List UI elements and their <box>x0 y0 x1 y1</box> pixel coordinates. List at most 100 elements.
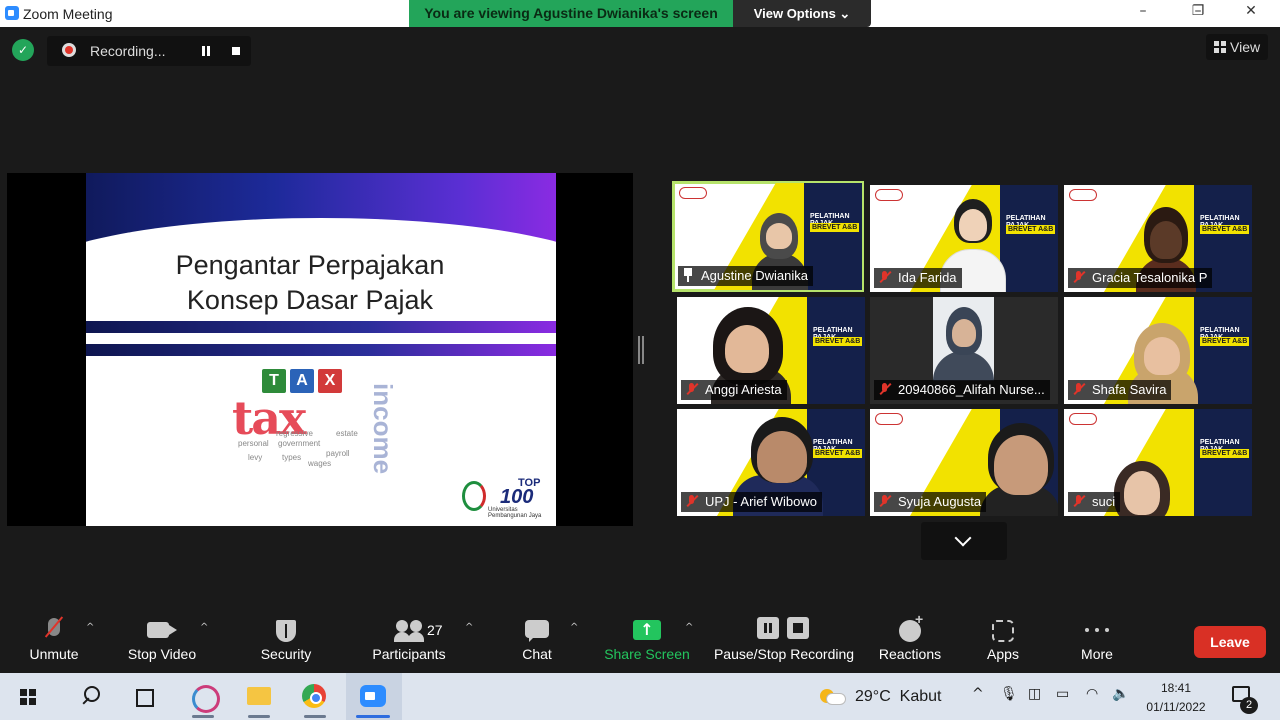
mic-muted-icon <box>878 494 892 508</box>
leave-button[interactable]: Leave <box>1194 626 1266 658</box>
participant-name: Agustine Dwianika <box>701 268 808 283</box>
search-icon[interactable] <box>66 673 112 720</box>
participants-label: Participants <box>372 646 446 662</box>
stop-video-button[interactable]: Stop Video <box>122 608 202 662</box>
share-screen-button[interactable]: Share Screen <box>602 608 692 662</box>
participant-name-bar: Shafa Savira <box>1068 380 1172 400</box>
weather-temperature[interactable]: 29°C Kabut <box>855 688 941 706</box>
encryption-shield-icon[interactable]: ✓ <box>12 39 34 61</box>
poster-navy <box>1194 409 1252 516</box>
logo-university: Universitas Pembangunan Jaya <box>488 507 542 519</box>
weather-temp-value: 29°C <box>855 688 891 705</box>
participant-name-bar: suci <box>1068 492 1121 512</box>
poster-navy <box>1194 297 1252 404</box>
audio-options-caret[interactable]: ^ <box>86 622 96 633</box>
chat-button[interactable]: Chat <box>512 608 562 662</box>
participants-options-caret[interactable]: ^ <box>465 622 475 633</box>
wifi-icon[interactable]: ◠ <box>1086 686 1098 702</box>
recording-label: Recording... <box>90 43 166 59</box>
participant-name: Ida Farida <box>898 270 957 285</box>
close-button[interactable]: ✕ <box>1228 3 1274 23</box>
pin-icon <box>682 268 694 282</box>
tax-block-a: A <box>290 369 314 393</box>
battery-icon[interactable]: ▭ <box>1056 686 1069 702</box>
pause-recording-icon[interactable] <box>196 41 216 61</box>
participant-name-bar: Syuja Augusta <box>874 492 987 512</box>
shared-screen[interactable]: Pengantar Perpajakan Konsep Dasar Pajak … <box>7 173 633 526</box>
microphone-tray-icon[interactable]: 🎙 <box>1000 686 1018 702</box>
video-tile[interactable]: PELATIHAN PAJAK BREVET A&B Anggi Ariesta <box>677 297 865 404</box>
video-tile[interactable]: PELATIHAN PAJAK BREVET A&B suci <box>1064 409 1252 516</box>
video-tile[interactable]: PELATIHAN PAJAK BREVET A&B UPJ - Arief W… <box>677 409 865 516</box>
camera-tray-icon[interactable]: ◫ <box>1028 686 1041 702</box>
mini-logo <box>679 187 707 199</box>
participant-face <box>959 209 987 241</box>
participants-count: 27 <box>427 622 443 638</box>
view-options-button[interactable]: View Options ⌄ <box>733 0 871 27</box>
view-layout-button[interactable]: View <box>1206 34 1268 60</box>
windows-start-icon[interactable] <box>0 673 56 720</box>
video-tile[interactable]: PELATIHAN PAJAK BREVET A&B Agustine Dwia… <box>672 181 864 292</box>
slide-subtitle: Konsep Dasar Pajak <box>186 285 434 315</box>
stop-recording-icon[interactable] <box>229 44 243 58</box>
video-tile[interactable]: PELATIHAN PAJAK BREVET A&B Gracia Tesalo… <box>1064 185 1252 292</box>
weather-icon[interactable] <box>820 685 846 705</box>
file-explorer-icon[interactable] <box>232 673 286 720</box>
mic-muted-icon <box>1072 494 1086 508</box>
participant-name: UPJ - Arief Wibowo <box>705 494 817 509</box>
zoom-taskbar-icon[interactable] <box>346 673 402 720</box>
snipping-tool-icon[interactable] <box>176 673 230 720</box>
share-options-caret[interactable]: ^ <box>685 622 695 633</box>
tray-chevron-icon[interactable]: ^ <box>972 686 984 702</box>
more-dots-icon <box>1085 628 1089 632</box>
participant-face <box>994 435 1048 495</box>
participant-name-bar: Gracia Tesalonika P <box>1068 268 1213 288</box>
security-button[interactable]: Security <box>254 608 318 662</box>
pause-stop-recording-label: Pause/Stop Recording <box>713 646 855 662</box>
more-button[interactable]: More <box>1074 608 1120 662</box>
video-tile[interactable]: PELATIHAN PAJAK BREVET A&B Shafa Savira <box>1064 297 1252 404</box>
mic-muted-icon <box>1072 270 1086 284</box>
unmute-button[interactable]: Unmute <box>22 608 86 662</box>
security-label: Security <box>260 646 312 662</box>
gallery-next-page-button[interactable] <box>921 522 1007 560</box>
participant-face <box>725 325 769 373</box>
chat-options-caret[interactable]: ^ <box>570 622 580 633</box>
volume-icon[interactable]: 🔈 <box>1112 686 1129 702</box>
participant-name: Anggi Ariesta <box>705 382 782 397</box>
participant-name-bar: Anggi Ariesta <box>681 380 787 400</box>
cloud-word: estate <box>336 429 358 438</box>
participants-button[interactable]: 27 Participants <box>368 608 450 662</box>
share-screen-icon <box>633 620 661 640</box>
video-tile[interactable]: 20940866_Alifah Nurse... <box>870 297 1058 404</box>
video-tile[interactable]: PELATIHAN PAJAK BREVET A&B Ida Farida <box>870 185 1058 292</box>
upj-logo: TOP 100 Universitas Pembangunan Jaya <box>462 477 546 521</box>
cloud-word: levy <box>248 453 263 462</box>
poster-brevet: BREVET A&B <box>1200 225 1250 234</box>
poster-navy <box>1000 185 1058 292</box>
apps-icon <box>992 620 1014 642</box>
pause-stop-recording-icon <box>757 617 811 641</box>
income-word: income <box>368 383 398 475</box>
maximize-button[interactable]: ❐ <box>1175 3 1221 23</box>
reactions-label: Reactions <box>878 646 942 662</box>
logo-ring <box>462 481 486 511</box>
poster-brevet: BREVET A&B <box>1006 225 1056 234</box>
viewing-screen-banner: You are viewing Agustine Dwianika's scre… <box>409 0 733 27</box>
apps-button[interactable]: Apps <box>980 608 1026 662</box>
task-view-icon[interactable] <box>120 673 166 720</box>
reactions-button[interactable]: Reactions <box>876 608 944 662</box>
clock-date: 01/11/2022 <box>1146 700 1206 714</box>
taskbar-clock[interactable]: 18:41 01/11/2022 <box>1138 679 1214 717</box>
pause-stop-recording-button[interactable]: Pause/Stop Recording <box>712 608 856 662</box>
video-tile[interactable]: PELATIHAN PAJAK Syuja Augusta <box>870 409 1058 516</box>
minimize-button[interactable]: – <box>1120 3 1166 23</box>
cloud-word: wages <box>308 459 332 468</box>
chrome-icon[interactable] <box>288 673 342 720</box>
view-label: View <box>1230 39 1261 55</box>
mini-logo <box>1069 189 1097 201</box>
panel-splitter-handle[interactable] <box>638 336 644 364</box>
participant-name-bar: Ida Farida <box>874 268 962 288</box>
video-options-caret[interactable]: ^ <box>200 622 210 633</box>
poster-brevet: BREVET A&B <box>810 223 860 232</box>
